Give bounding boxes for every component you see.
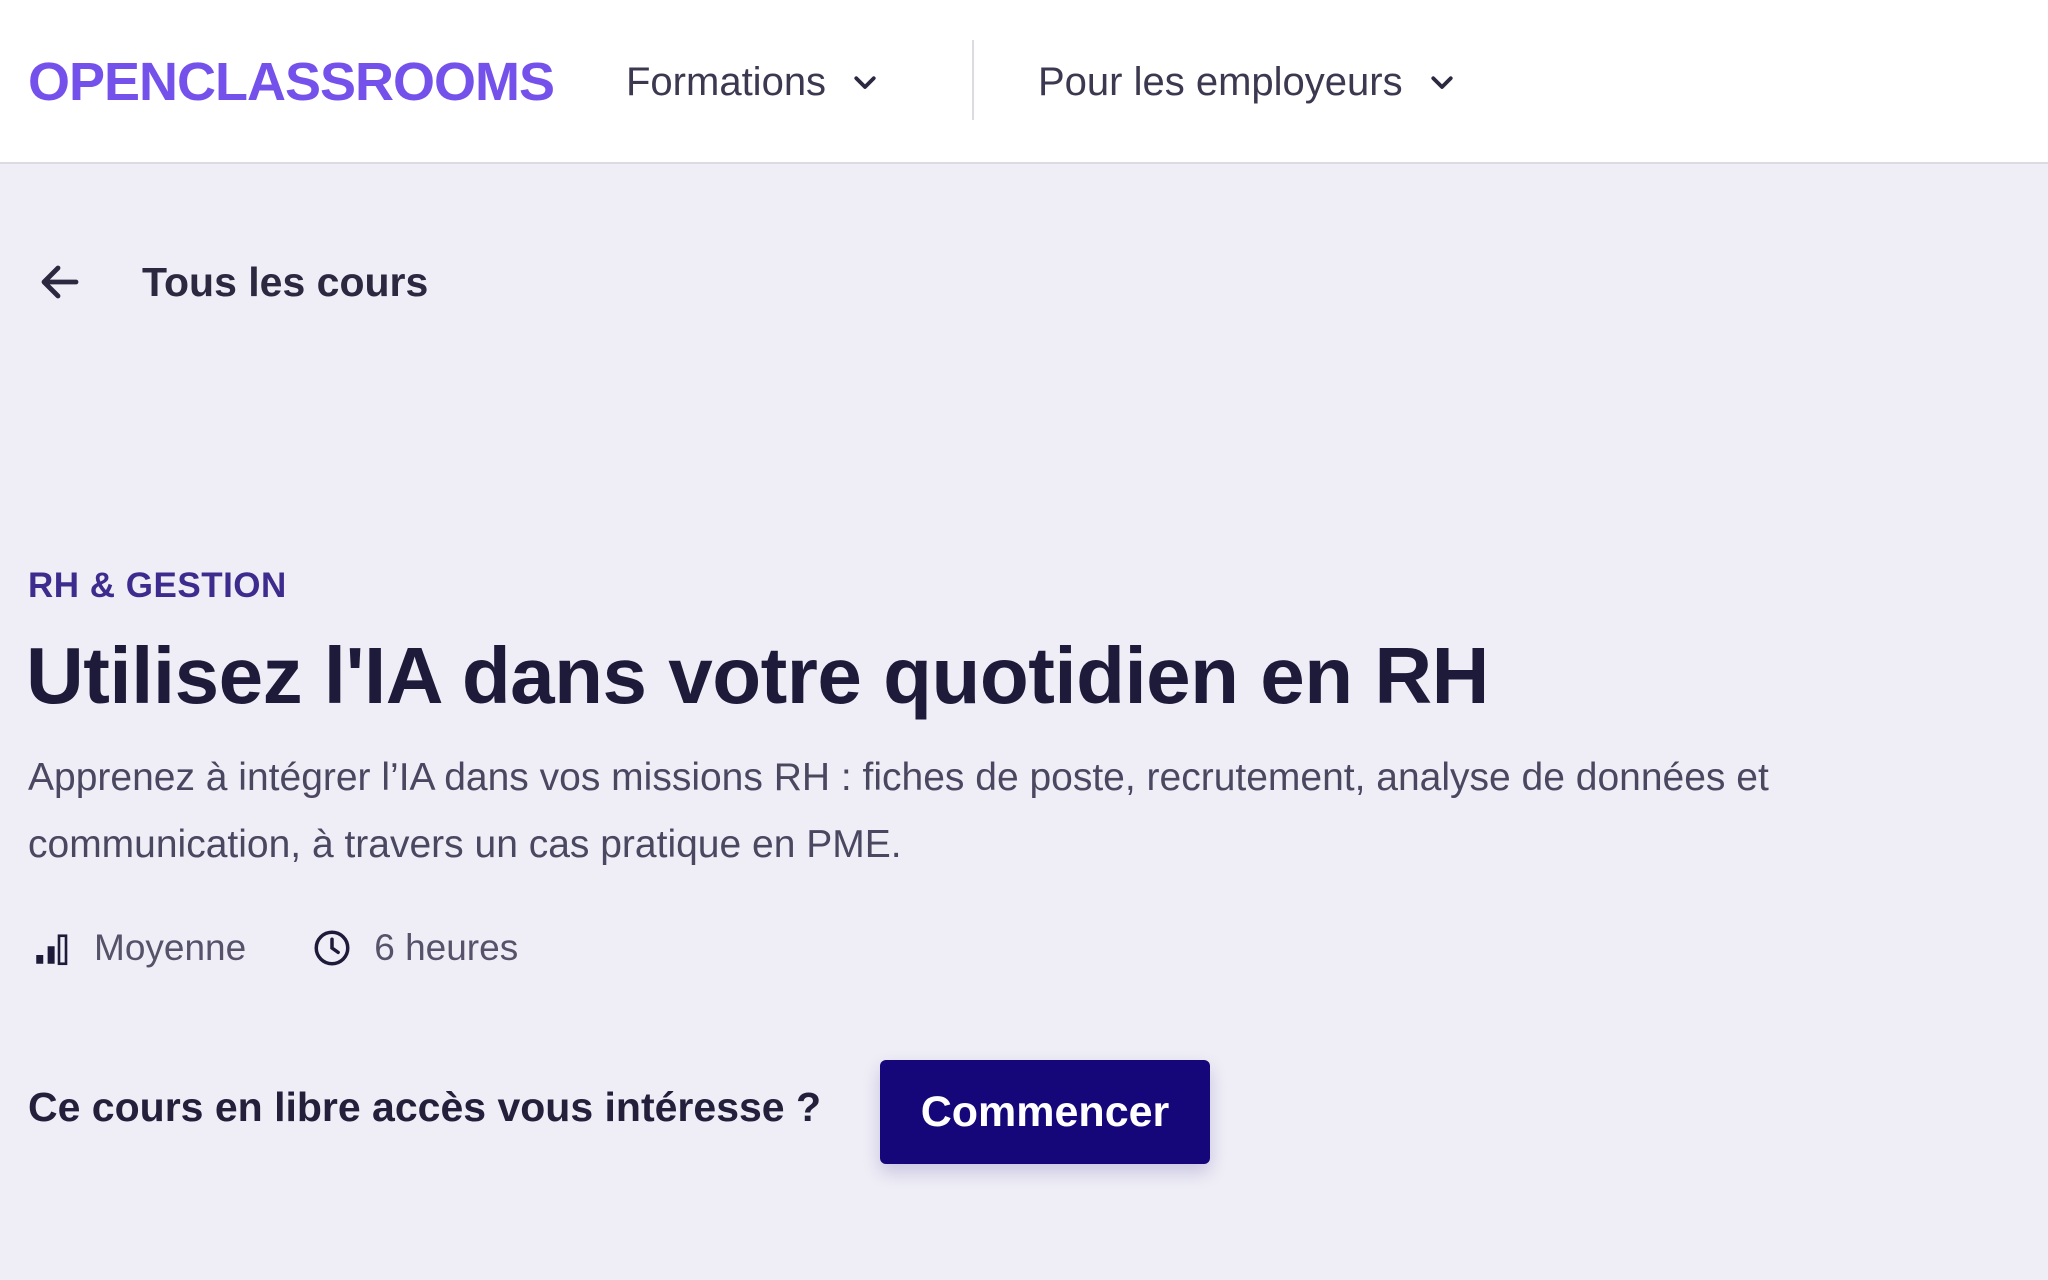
difficulty-bars-icon: [30, 926, 74, 970]
nav-divider: [972, 40, 974, 120]
back-to-all-courses-link[interactable]: Tous les cours: [34, 250, 428, 314]
commencer-button[interactable]: Commencer: [880, 1060, 1210, 1164]
cta-prompt: Ce cours en libre accès vous intéresse ?: [28, 1084, 822, 1130]
difficulty-label: Moyenne: [94, 927, 247, 968]
nav-employeurs-dropdown[interactable]: Pour les employeurs: [1038, 50, 1459, 114]
nav-formations-dropdown[interactable]: Formations: [626, 50, 882, 114]
openclassrooms-logo[interactable]: OPENCLASSROOMS: [28, 52, 555, 112]
chevron-down-icon: [848, 65, 882, 99]
course-meta: Moyenne 6 heures: [30, 916, 518, 980]
duration-label: 6 heures: [374, 927, 519, 968]
top-navigation-bar: OPENCLASSROOMS Formations Pour les emplo…: [0, 0, 2048, 164]
nav-employeurs-label: Pour les employeurs: [1038, 59, 1403, 104]
arrow-left-icon: [34, 256, 86, 308]
clock-icon: [310, 926, 354, 970]
back-link-label: Tous les cours: [142, 258, 429, 305]
course-category: RH & GESTION: [28, 566, 287, 605]
chevron-down-icon: [1425, 65, 1459, 99]
course-description: Apprenez à intégrer l’IA dans vos missio…: [28, 756, 1769, 866]
course-title: Utilisez l'IA dans votre quotidien en RH: [26, 631, 1489, 720]
nav-formations-label: Formations: [626, 59, 827, 104]
